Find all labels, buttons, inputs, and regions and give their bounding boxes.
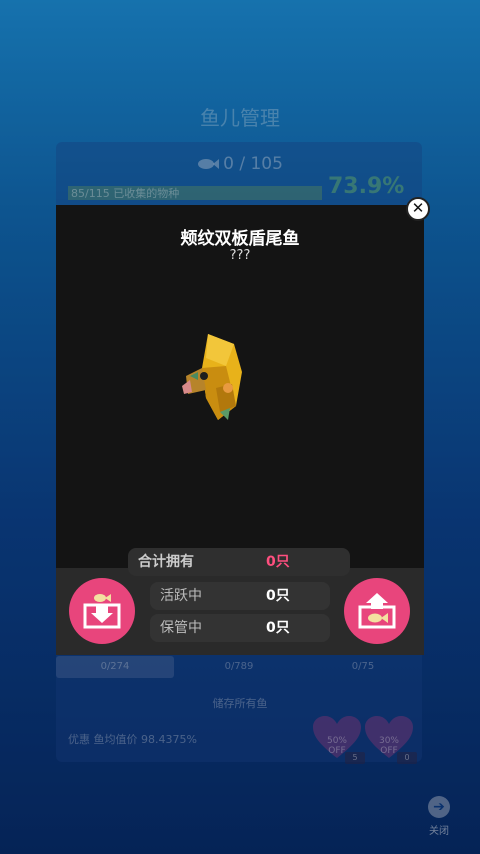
fish-model-image (182, 334, 242, 420)
close-icon[interactable]: ✕ (406, 197, 430, 221)
active-label: 活跃中 (160, 588, 202, 604)
active-value: 0只 (266, 588, 290, 604)
store-fish-icon (83, 594, 121, 629)
total-owned-row: 合计拥有 0只 (128, 548, 350, 576)
fish-subtitle: ??? (229, 248, 251, 263)
store-fish-button[interactable] (69, 578, 135, 644)
total-owned-value: 0只 (266, 554, 290, 570)
total-owned-label: 合计拥有 (138, 554, 194, 570)
fish-name: 颊纹双板盾尾鱼 (180, 229, 300, 249)
active-row: 活跃中 0只 (150, 582, 330, 610)
kept-value: 0只 (266, 620, 290, 636)
release-fish-icon (358, 593, 396, 629)
kept-row: 保管中 0只 (150, 614, 330, 642)
kept-label: 保管中 (160, 620, 202, 636)
release-fish-button[interactable] (344, 578, 410, 644)
